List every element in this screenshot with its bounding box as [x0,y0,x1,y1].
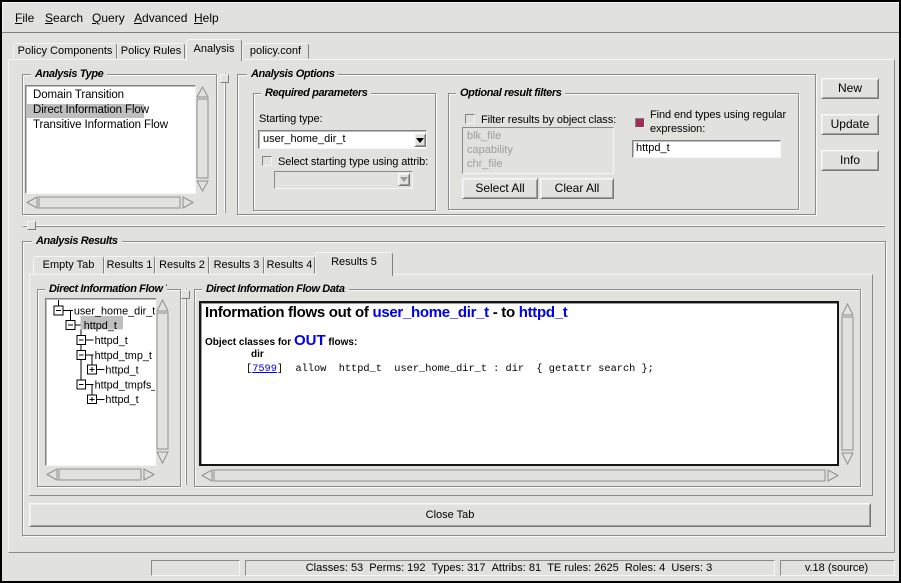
svg-text:httpd_t: httpd_t [84,320,117,332]
svg-text:httpd_tmpfs_: httpd_tmpfs_ [95,379,155,391]
svg-text:httpd_t: httpd_t [95,335,128,347]
svg-text:httpd_tmp_t: httpd_tmp_t [95,350,152,362]
svg-text:httpd_t: httpd_t [105,394,138,406]
svg-text:httpd_t: httpd_t [105,365,138,377]
svg-text:user_home_dir_t: user_home_dir_t [74,305,155,317]
